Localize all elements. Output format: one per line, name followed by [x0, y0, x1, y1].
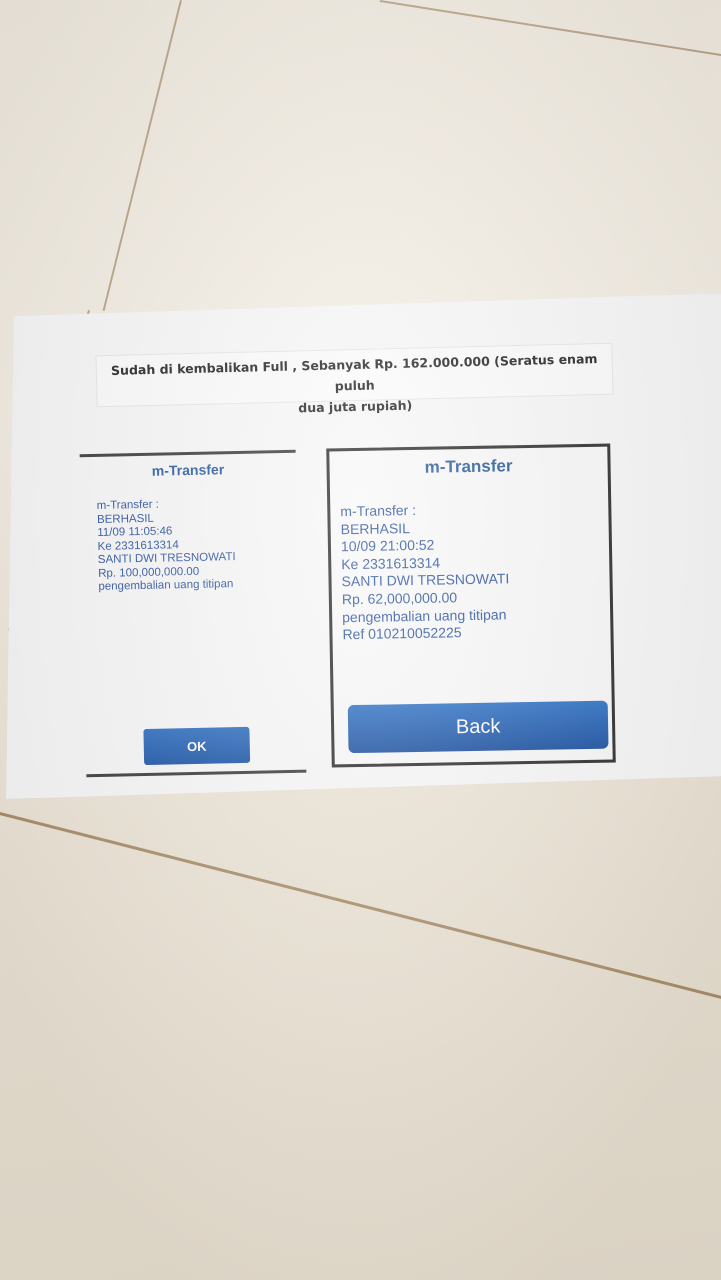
floor-tile-seam: [379, 0, 721, 59]
floor-tile-seam: [0, 812, 721, 1003]
receipt-note: pengembalian uang titipan: [342, 605, 507, 625]
receipt-title: m-Transfer: [151, 461, 225, 479]
receipt-body: m-Transfer : BERHASIL 10/09 21:00:52 Ke …: [340, 500, 510, 644]
receipt-body: m-Transfer : BERHASIL 11/09 11:05:46 Ke …: [97, 497, 237, 594]
receipt-recipient: SANTI DWI TRESNOWATI: [97, 551, 236, 566]
receipt-title: m-Transfer: [424, 456, 513, 477]
receipt-recipient: SANTI DWI TRESNOWATI: [341, 570, 510, 590]
ok-button[interactable]: OK: [143, 726, 251, 766]
right-transfer-receipt: m-Transfer m-Transfer : BERHASIL 10/09 2…: [326, 443, 616, 768]
back-button[interactable]: Back: [347, 700, 609, 754]
left-transfer-receipt: m-Transfer m-Transfer : BERHASIL 11/09 1…: [79, 449, 307, 778]
receipt-reference: Ref 010210052225: [342, 624, 462, 643]
photo-scene: { "header": { "line1": "Sudah di kembali…: [0, 0, 721, 1280]
receipt-note: pengembalian uang titipan: [98, 578, 234, 593]
floor-tile-seam: [102, 0, 182, 311]
